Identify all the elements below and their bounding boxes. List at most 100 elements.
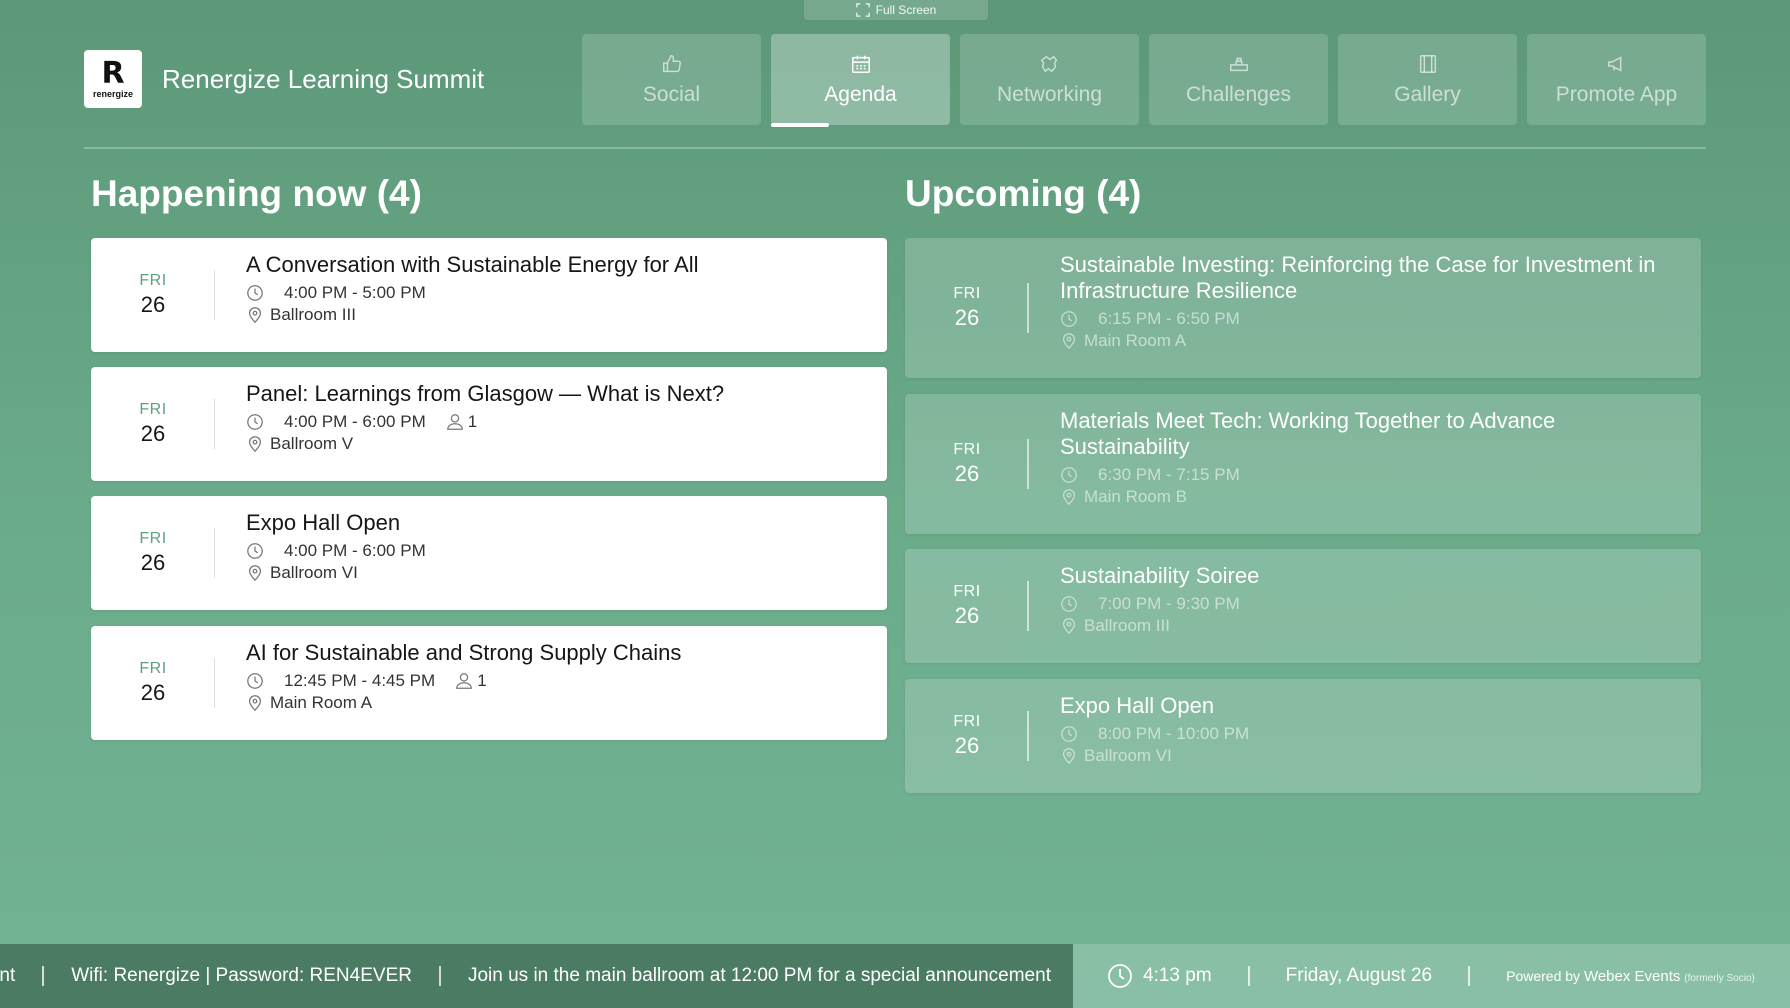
upcoming-session-card[interactable]: FRI 26 Materials Meet Tech: Working Toge…	[905, 394, 1701, 534]
session-date: FRI 26	[905, 238, 1029, 378]
location-pin-icon	[248, 436, 262, 453]
session-title: Materials Meet Tech: Working Together to…	[1060, 408, 1556, 459]
tab-challenges[interactable]: Challenges	[1149, 34, 1328, 125]
session-time: 4:00 PM - 5:00 PM	[284, 283, 426, 302]
app-title: Renergize Learning Summit	[162, 63, 485, 94]
session-time: 6:30 PM - 7:15 PM	[1098, 465, 1240, 484]
session-title: A Conversation with Sustainable Energy f…	[246, 252, 699, 277]
clock-icon	[247, 414, 263, 430]
status-separator	[1468, 966, 1471, 986]
session-weekday: FRI	[953, 713, 981, 730]
tab-label: Challenges	[1185, 82, 1292, 106]
session-location-row: Ballroom III	[246, 305, 867, 325]
clock-icon	[247, 543, 263, 559]
session-day: 26	[140, 292, 166, 317]
location-pin-icon	[248, 307, 262, 324]
upcoming-session-card[interactable]: FRI 26 Expo Hall Open 8:00 PM - 10:00 PM…	[905, 679, 1701, 793]
session-day: 26	[954, 305, 980, 330]
session-time: 8:00 PM - 10:00 PM	[1098, 724, 1250, 743]
location-pin-icon	[248, 565, 262, 582]
session-weekday: FRI	[139, 660, 167, 677]
gallery-icon	[1419, 54, 1436, 73]
session-time-row: 6:15 PM - 6:50 PM	[1060, 309, 1681, 329]
powered-note: (formerly Socio)	[1684, 972, 1755, 984]
active-tab-indicator	[771, 123, 829, 127]
session-weekday: FRI	[139, 272, 167, 289]
session-date: FRI 26	[905, 549, 1029, 663]
session-card[interactable]: FRI 26 Expo Hall Open 4:00 PM - 6:00 PM …	[91, 496, 887, 610]
session-card[interactable]: FRI 26 A Conversation with Sustainable E…	[91, 238, 887, 352]
session-weekday: FRI	[139, 530, 167, 547]
ticker-separator	[42, 966, 45, 986]
session-attendee-count: 1	[477, 671, 487, 690]
handshake-icon	[1040, 55, 1057, 73]
session-location-row: Ballroom V	[246, 434, 867, 454]
session-date: FRI 26	[905, 679, 1029, 793]
session-card[interactable]: FRI 26 AI for Sustainable and Strong Sup…	[91, 626, 887, 740]
calendar-icon	[851, 55, 870, 73]
powered-prefix: Powered by	[1506, 967, 1581, 984]
fullscreen-icon	[855, 3, 870, 17]
session-info: Expo Hall Open 4:00 PM - 6:00 PM Ballroo…	[215, 496, 887, 610]
current-time: 4:13 pm	[1143, 965, 1212, 986]
logo-mark: R	[101, 56, 125, 91]
session-location: Ballroom V	[270, 434, 354, 453]
session-time: 7:00 PM - 9:30 PM	[1098, 594, 1240, 613]
ticker-item: Wifi: Renergize | Password: REN4EVER	[71, 965, 412, 986]
session-time-row: 4:00 PM - 5:00 PM	[246, 283, 867, 303]
session-day: 26	[954, 733, 980, 758]
tab-agenda[interactable]: Agenda	[771, 34, 950, 127]
upcoming-session-card[interactable]: FRI 26 Sustainable Investing: Reinforcin…	[905, 238, 1701, 378]
session-date: FRI 26	[91, 238, 215, 352]
session-day: 26	[954, 603, 980, 628]
session-day: 26	[140, 680, 166, 705]
session-info: Materials Meet Tech: Working Together to…	[1029, 394, 1701, 534]
session-weekday: FRI	[953, 583, 981, 600]
session-location-row: Main Room A	[246, 693, 867, 713]
session-location-row: Ballroom VI	[1060, 746, 1681, 766]
session-time-row: 8:00 PM - 10:00 PM	[1060, 724, 1681, 744]
session-info: Expo Hall Open 8:00 PM - 10:00 PM Ballro…	[1029, 679, 1701, 793]
session-time: 6:15 PM - 6:50 PM	[1098, 309, 1240, 328]
tab-promote-app[interactable]: Promote App	[1527, 34, 1706, 125]
ticker-item: Join us in the main ballroom at 12:00 PM…	[467, 965, 1051, 986]
fullscreen-button[interactable]: Full Screen	[804, 0, 988, 20]
tab-social[interactable]: Social	[582, 34, 761, 125]
session-time: 4:00 PM - 6:00 PM	[284, 541, 426, 560]
megaphone-icon	[1607, 55, 1621, 72]
logo-text: renergize	[92, 89, 134, 99]
tab-label: Agenda	[824, 82, 897, 106]
ticker-content: ment Wifi: Renergize | Password: REN4EVE…	[0, 965, 1051, 987]
powered-brand: Webex Events	[1583, 967, 1681, 985]
session-time-row: 7:00 PM - 9:30 PM	[1060, 594, 1681, 614]
session-card[interactable]: FRI 26 Panel: Learnings from Glasgow — W…	[91, 367, 887, 481]
footer-bar: ment Wifi: Renergize | Password: REN4EVE…	[0, 944, 1790, 1008]
session-day: 26	[954, 461, 980, 486]
session-title: Sustainable Investing: Reinforcing the C…	[1060, 252, 1656, 303]
tab-gallery[interactable]: Gallery	[1338, 34, 1517, 125]
session-weekday: FRI	[953, 285, 981, 302]
powered-by: Powered by Webex Events (formerly Socio)	[1506, 968, 1755, 985]
status-separator	[1247, 966, 1250, 986]
upcoming-session-card[interactable]: FRI 26 Sustainability Soiree 7:00 PM - 9…	[905, 549, 1701, 663]
nav-tabs: Social Agenda Networking Challenges Gall…	[582, 34, 1706, 127]
header-divider	[84, 147, 1706, 149]
ticker-item: ment	[0, 965, 16, 986]
location-pin-icon	[1062, 618, 1076, 635]
session-time-row: 4:00 PM - 6:00 PM 1	[246, 412, 867, 432]
session-title: Expo Hall Open	[246, 510, 401, 535]
session-time: 12:45 PM - 4:45 PM	[284, 671, 436, 690]
person-icon	[456, 673, 473, 689]
session-time-row: 6:30 PM - 7:15 PM	[1060, 465, 1681, 485]
happening-now-title: Happening now (4)	[91, 173, 422, 214]
location-pin-icon	[1062, 489, 1076, 506]
tab-networking[interactable]: Networking	[960, 34, 1139, 125]
ticker-separator	[438, 966, 441, 986]
session-title: Panel: Learnings from Glasgow — What is …	[246, 381, 725, 406]
session-info: Panel: Learnings from Glasgow — What is …	[215, 367, 887, 481]
session-info: AI for Sustainable and Strong Supply Cha…	[215, 626, 887, 740]
tab-label: Networking	[996, 82, 1103, 106]
announcement-ticker: ment Wifi: Renergize | Password: REN4EVE…	[0, 944, 1073, 1008]
clock-icon	[1061, 467, 1077, 483]
session-info: A Conversation with Sustainable Energy f…	[215, 238, 887, 352]
